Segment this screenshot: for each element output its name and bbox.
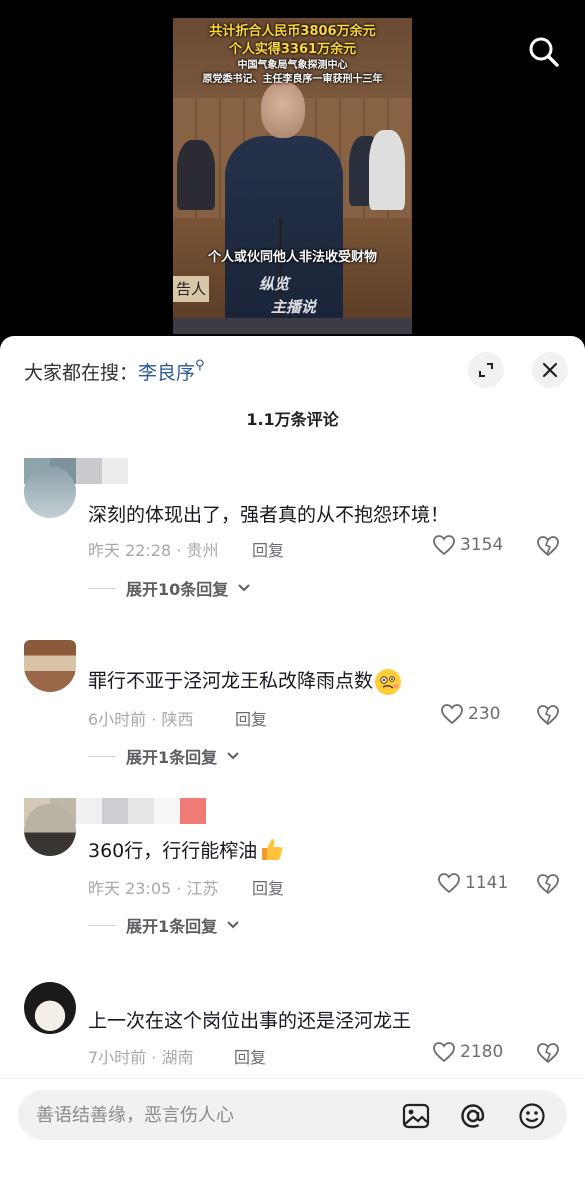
avatar[interactable]: [24, 804, 76, 856]
divider: [88, 587, 116, 589]
avatar[interactable]: [24, 466, 76, 518]
expand-replies-label: 展开10条回复: [126, 580, 229, 599]
heart-icon: [441, 704, 463, 725]
like-button[interactable]: 2180: [432, 1041, 503, 1063]
hot-search-term: 李良序: [138, 362, 196, 384]
expand-replies[interactable]: 展开1条回复: [88, 744, 239, 768]
image-icon[interactable]: [401, 1101, 431, 1131]
collapse-button[interactable]: [468, 352, 504, 388]
video-area[interactable]: 告人 共计折合人民币3806万余元 个人实得3361万余元 中国气象局气象探测中…: [0, 0, 585, 336]
comment-text: 罪行不亚于泾河龙王私改降雨点数: [88, 666, 402, 695]
collapse-icon: [479, 363, 493, 377]
emoji-icon[interactable]: [517, 1101, 547, 1131]
video-caption: 个人或伙同他人非法收受财物: [207, 250, 377, 265]
like-count: 230: [468, 704, 501, 724]
chevron-down-icon: [227, 752, 239, 760]
comment-meta: 7小时前 · 湖南: [88, 1048, 194, 1067]
comment-text-body: 罪行不亚于泾河龙王私改降雨点数: [88, 670, 374, 692]
reply-button[interactable]: 回复: [234, 1044, 266, 1068]
expand-replies[interactable]: 展开10条回复: [88, 576, 250, 600]
hot-search-row: 大家都在搜：李良序⚲: [24, 358, 205, 385]
reply-button[interactable]: 回复: [252, 875, 284, 899]
spectator: [369, 130, 405, 210]
divider: [0, 1078, 585, 1079]
comment-meta: 6小时前 · 陕西: [88, 710, 194, 729]
hot-search-label: 大家都在搜：: [24, 362, 139, 384]
video-overlay-line1: 共计折合人民币3806万余元: [209, 24, 376, 39]
comment-text: 深刻的体现出了，强者真的从不抱怨环境！: [88, 504, 450, 526]
comment-meta: 昨天 23:05 · 江苏: [88, 879, 219, 898]
comment-meta: 昨天 22:28 · 贵州: [88, 541, 219, 560]
divider: [88, 755, 116, 757]
search-button[interactable]: [526, 34, 562, 70]
expand-replies-label: 展开1条回复: [126, 748, 218, 767]
avatar[interactable]: [24, 640, 76, 692]
court-label: 告人: [173, 276, 209, 302]
broken-heart-icon[interactable]: [536, 872, 560, 896]
video-overlay-line4: 原党委书记、主任李良序一审获刑十三年: [202, 74, 383, 85]
heart-icon: [433, 535, 455, 556]
broken-heart-icon[interactable]: [536, 1041, 560, 1065]
close-icon: [542, 362, 558, 378]
comment-text-body: 360行，行行能榨油: [88, 840, 258, 862]
thumbs-up-emoji: [259, 836, 285, 867]
like-count: 1141: [465, 873, 509, 893]
avatar[interactable]: [24, 982, 76, 1034]
comment-count-title: 1.1万条评论: [246, 410, 339, 429]
like-count: 2180: [460, 1042, 504, 1062]
hot-search-term-link[interactable]: 李良序⚲: [138, 358, 205, 384]
video-overlay-line2: 个人实得3361万余元: [228, 42, 357, 57]
like-count: 3154: [460, 535, 504, 555]
woozy-face-emoji: [375, 668, 402, 695]
chevron-down-icon: [238, 584, 250, 592]
chevron-down-icon: [227, 921, 239, 929]
heart-icon: [433, 1042, 455, 1063]
comment-input[interactable]: [36, 1090, 396, 1140]
comment-text: 360行，行行能榨油: [88, 836, 285, 867]
comment-input-bar: [18, 1090, 567, 1140]
broken-heart-icon[interactable]: [536, 703, 560, 727]
at-icon[interactable]: [458, 1101, 488, 1131]
like-button[interactable]: 3154: [432, 534, 503, 556]
like-button[interactable]: 230: [440, 703, 500, 725]
mini-search-icon: ⚲: [195, 358, 205, 373]
expand-replies[interactable]: 展开1条回复: [88, 913, 239, 937]
like-button[interactable]: 1141: [437, 872, 508, 894]
video-bottom-strip: [173, 318, 412, 334]
reply-button[interactable]: 回复: [235, 706, 267, 730]
search-icon: [529, 37, 559, 67]
comment-text: 上一次在这个岗位出事的还是泾河龙王: [88, 1010, 412, 1032]
spectator: [177, 140, 215, 210]
comment-sheet: 大家都在搜：李良序⚲ 1.1万条评论 深刻的体现出了，强者真的从不抱怨环境！ 昨…: [0, 336, 585, 1200]
close-button[interactable]: [532, 352, 568, 388]
reply-button[interactable]: 回复: [252, 537, 284, 561]
heart-icon: [438, 873, 460, 894]
watermark-line1: 纵览: [259, 275, 290, 293]
expand-replies-label: 展开1条回复: [126, 917, 218, 936]
defendant-head: [261, 82, 305, 138]
divider: [88, 924, 116, 926]
video-overlay-line3: 中国气象局气象探测中心: [237, 60, 348, 71]
broken-heart-icon[interactable]: [536, 534, 560, 558]
watermark-line2: 主播说: [271, 298, 317, 316]
video-frame[interactable]: 告人 共计折合人民币3806万余元 个人实得3361万余元 中国气象局气象探测中…: [173, 18, 412, 334]
